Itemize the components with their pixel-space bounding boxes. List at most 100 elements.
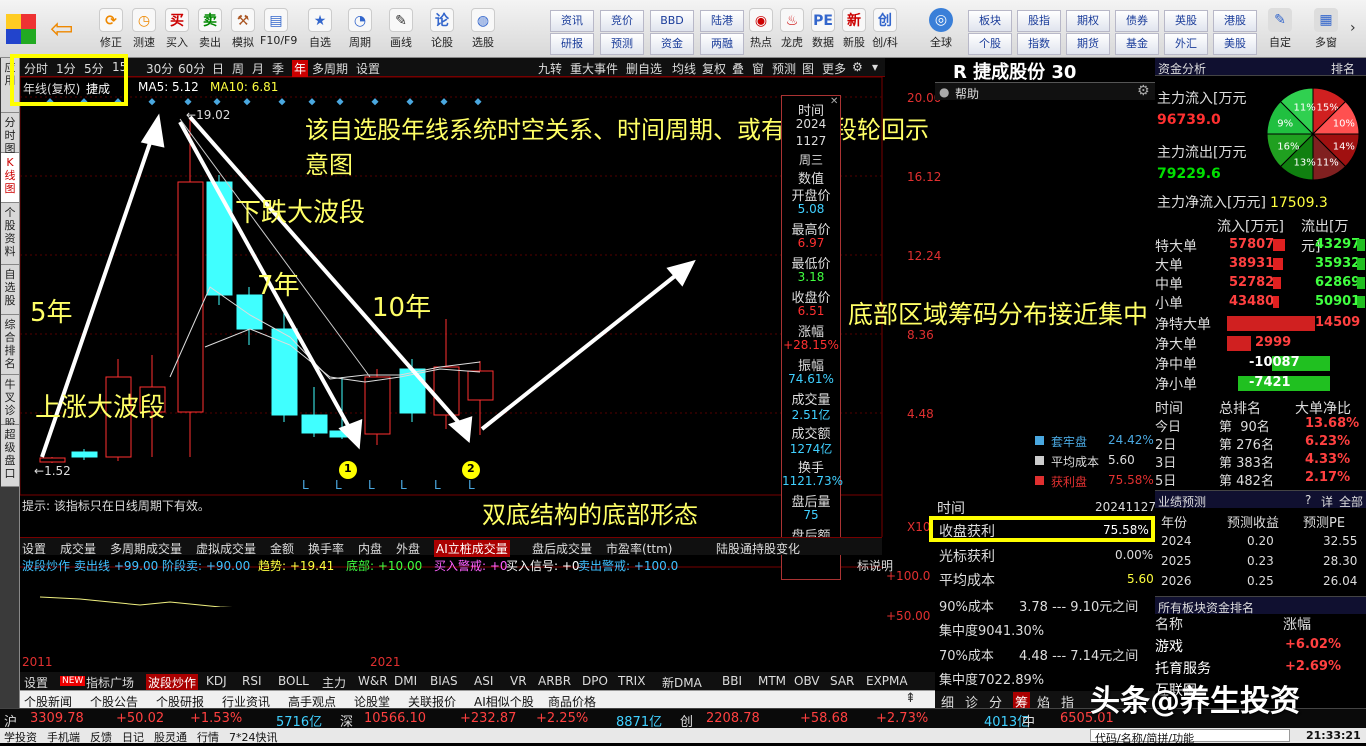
bottom-tab-7[interactable]: 主力 — [322, 674, 346, 691]
small_row1-2[interactable]: BBD — [650, 10, 694, 32]
small_right_row1-2[interactable]: 期权 — [1066, 10, 1110, 32]
toolbar-button-6[interactable]: ★ 自选 — [304, 4, 336, 56]
period-right-8[interactable]: 图 — [802, 60, 814, 77]
bottom-tab-19[interactable]: OBV — [794, 674, 820, 688]
bottom-tab-18[interactable]: MTM — [758, 674, 786, 688]
small_right_row1-3[interactable]: 债券 — [1115, 10, 1159, 32]
toolbar-button-14[interactable]: 新新股 — [838, 4, 870, 56]
left-tab-7[interactable]: 超级盘口 — [1, 425, 19, 487]
indicator-tab-4[interactable]: 金额 — [270, 540, 294, 557]
period-right-5[interactable]: 叠 — [732, 60, 744, 77]
left-tab-4[interactable]: 自选股 — [1, 265, 19, 315]
sector-name-1[interactable]: 托育服务 — [1155, 658, 1211, 678]
bottom-tab-13[interactable]: ARBR — [538, 674, 571, 688]
bottom-tab-10[interactable]: BIAS — [430, 674, 458, 688]
toolbar-button-1[interactable]: ◷ 测速 — [128, 4, 160, 56]
bottom-tab-6[interactable]: BOLL — [278, 674, 309, 688]
forecast-detail-link[interactable]: 详 — [1321, 493, 1333, 510]
small_right_row1-4[interactable]: 英股 — [1164, 10, 1208, 32]
period-right-2[interactable]: 删自选 — [626, 60, 662, 77]
period-11[interactable]: 多周期 — [312, 60, 348, 77]
sector-name-0[interactable]: 游戏 — [1155, 636, 1183, 656]
expand-icon[interactable]: ⇞ — [905, 691, 916, 706]
bottom-tab-1[interactable]: NEW — [60, 676, 86, 686]
small_row1-0[interactable]: 资讯 — [550, 10, 594, 32]
period-10[interactable]: 年 — [292, 60, 309, 77]
small_right_row1-5[interactable]: 港股 — [1213, 10, 1257, 32]
bottom-tab-14[interactable]: DPO — [582, 674, 608, 688]
help-icon[interactable]: ● — [939, 85, 949, 99]
bottom-tab-15[interactable]: TRIX — [618, 674, 645, 688]
custom-button[interactable]: ✎ 自定 — [1264, 4, 1296, 56]
search-input[interactable]: 代码/名称/简拼/功能 — [1090, 729, 1290, 745]
toolbar-button-9[interactable]: 论论股 — [426, 4, 458, 56]
small_right_row1-1[interactable]: 股指 — [1017, 10, 1061, 32]
indicator-tab-7[interactable]: 外盘 — [396, 540, 420, 557]
period-9[interactable]: 季 — [272, 60, 284, 77]
fund-rank-link[interactable]: 排名 — [1331, 60, 1355, 77]
indicator-tab-5[interactable]: 换手率 — [308, 540, 344, 557]
small_row2-2[interactable]: 资金 — [650, 33, 694, 55]
bottom-tab-0[interactable]: 设置 — [24, 674, 48, 691]
indicator-tab-1[interactable]: 成交量 — [60, 540, 96, 557]
toolbar-button-3[interactable]: 卖卖出 — [194, 4, 226, 56]
back-arrow-icon[interactable]: ⇦ — [50, 14, 80, 44]
period-right-7[interactable]: 预测 — [772, 60, 796, 77]
small_row2-1[interactable]: 预测 — [600, 33, 644, 55]
info-close-icon[interactable]: ✕ — [830, 96, 838, 107]
toolbar-button-8[interactable]: ✎ 画线 — [385, 4, 417, 56]
small_right_row2-0[interactable]: 个股 — [968, 33, 1012, 55]
bottom-tab-11[interactable]: ASI — [474, 674, 493, 688]
toolbar-button-4[interactable]: ⚒ 模拟 — [227, 4, 259, 56]
small_row2-0[interactable]: 研报 — [550, 33, 594, 55]
bottom-tab-16[interactable]: 新DMA — [662, 674, 702, 691]
bottom-tab-21[interactable]: EXPMA — [866, 674, 908, 688]
bottom-tab-20[interactable]: SAR — [830, 674, 854, 688]
toolbar-button-11[interactable]: ◉ 热点 — [745, 4, 777, 56]
left-tab-1[interactable]: 分时图 — [1, 113, 19, 155]
scroll-right-icon[interactable]: › — [1350, 20, 1356, 36]
period-right-9[interactable]: 更多 — [822, 60, 846, 77]
indicator-tab-2[interactable]: 多周期成交量 — [110, 540, 182, 557]
chip-settings-icon[interactable]: ⚙ — [1137, 83, 1150, 99]
toolbar-button-15[interactable]: 创创/科 — [869, 4, 901, 56]
period-7[interactable]: 周 — [232, 60, 244, 77]
period-right-3[interactable]: 均线 — [672, 60, 696, 77]
small_right_row2-1[interactable]: 指数 — [1017, 33, 1061, 55]
small_row1-1[interactable]: 竞价 — [600, 10, 644, 32]
toolbar-button-5[interactable]: ▤ F10/F9 — [260, 4, 297, 56]
toolbar-button-0[interactable]: ⟳ 修正 — [95, 4, 127, 56]
small_right_row2-4[interactable]: 外汇 — [1164, 33, 1208, 55]
kline-chart-area[interactable]: LLLLLL 年线(复权) 捷成 MA5: 5.12 MA10: 6.81 该自… — [10, 54, 1148, 669]
toolbar-button-7[interactable]: ◔ 周期 — [344, 4, 376, 56]
help-label[interactable]: 帮助 — [955, 85, 979, 102]
small_right_row2-5[interactable]: 美股 — [1213, 33, 1257, 55]
toolbar-button-13[interactable]: PE 数据 — [807, 4, 839, 56]
indicator-tab-6[interactable]: 内盘 — [358, 540, 382, 557]
toolbar-button-10[interactable]: ◍ 选股 — [467, 4, 499, 56]
left-tab-2[interactable]: K线图 — [1, 153, 19, 203]
small_right_row2-2[interactable]: 期货 — [1066, 33, 1110, 55]
indicator-tab-9[interactable]: 盘后成交量 — [532, 540, 592, 557]
period-4[interactable]: 30分 — [146, 60, 173, 77]
small_row2-3[interactable]: 两融 — [700, 33, 744, 55]
bottom-tab-12[interactable]: VR — [510, 674, 527, 688]
settings-icon[interactable]: ⚙ — [852, 60, 863, 74]
period-5[interactable]: 60分 — [178, 60, 205, 77]
bottom-tab-4[interactable]: KDJ — [206, 674, 227, 688]
toolbar-button-2[interactable]: 买买入 — [161, 4, 193, 56]
bottom-tab-8[interactable]: W&R — [358, 674, 388, 688]
bottom-tab-9[interactable]: DMI — [394, 674, 417, 688]
small_right_row1-0[interactable]: 板块 — [968, 10, 1012, 32]
dropdown-icon[interactable]: ▾ — [872, 60, 878, 74]
indicator-tab-0[interactable]: 设置 — [22, 540, 46, 557]
bottom-tab-3[interactable]: 波段炒作 — [146, 674, 199, 691]
global-button[interactable]: ◎ 全球 — [925, 4, 957, 56]
forecast-help-icon[interactable]: ? — [1305, 493, 1311, 507]
bottom-tab-5[interactable]: RSI — [242, 674, 262, 688]
bottom-tab-2[interactable]: 指标广场 — [86, 674, 134, 691]
left-tab-3[interactable]: 个股资料 — [1, 203, 19, 265]
period-6[interactable]: 日 — [212, 60, 224, 77]
forecast-all-link[interactable]: 全部 — [1339, 493, 1363, 510]
toolbar-button-12[interactable]: ♨ 龙虎 — [776, 4, 808, 56]
